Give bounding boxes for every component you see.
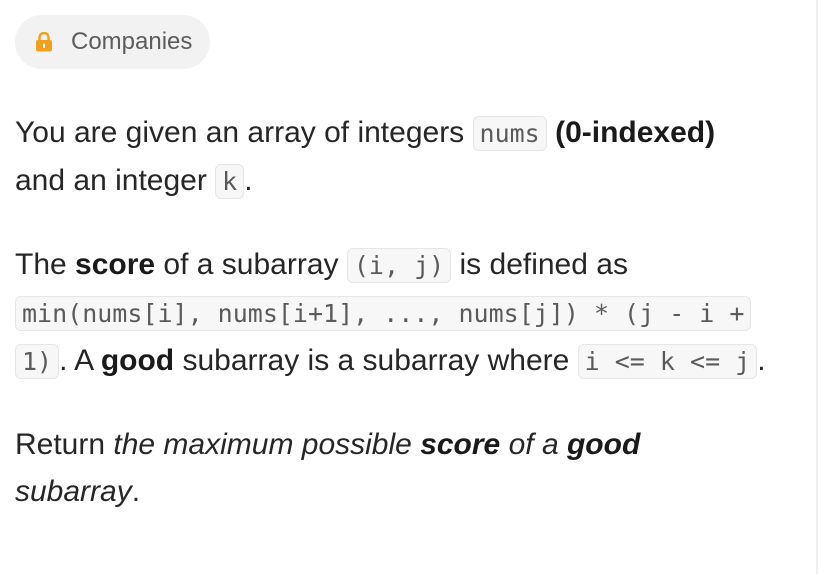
score-text-5: subarray is a subarray where [174, 344, 578, 377]
companies-chip[interactable]: Companies [15, 15, 211, 69]
problem-statement: You are given an array of integers nums … [15, 109, 801, 515]
bold-zero-indexed: (0-indexed) [555, 116, 716, 149]
inline-code-condition: i <= k <= j [577, 344, 758, 379]
inline-code-nums: nums [472, 116, 547, 151]
companies-label: Companies [71, 28, 193, 55]
intro-text-2: and an integer [15, 164, 216, 197]
intro-text: You are given an array of integers [15, 116, 473, 149]
italic-subarray: subarray [15, 475, 132, 508]
return-period: . [131, 475, 141, 508]
italic-of-a: of a [500, 428, 567, 461]
bold-italic-good: good [566, 428, 641, 461]
score-text-1: The [15, 248, 76, 281]
bold-italic-score: score [420, 428, 501, 461]
paragraph-intro: You are given an array of integers nums … [15, 109, 801, 205]
paragraph-score-definition: The score of a subarray (i, j) is define… [15, 241, 801, 385]
score-text-2: of a subarray [155, 248, 347, 281]
score-text-3: is defined as [451, 248, 628, 281]
lock-icon [35, 31, 53, 52]
bold-score: score [75, 248, 156, 281]
score-period: . [757, 344, 766, 377]
score-text-4: . A [59, 344, 101, 377]
inline-code-k: k [215, 164, 245, 199]
italic-max-score: the maximum possible [113, 428, 421, 461]
inline-code-i-j: (i, j) [346, 248, 452, 283]
return-text: Return [15, 428, 114, 461]
paragraph-return: Return the maximum possible score of a g… [15, 421, 801, 515]
problem-description-panel: Companies You are given an array of inte… [15, 15, 801, 515]
intro-period: . [244, 164, 253, 197]
bold-good: good [100, 344, 175, 377]
